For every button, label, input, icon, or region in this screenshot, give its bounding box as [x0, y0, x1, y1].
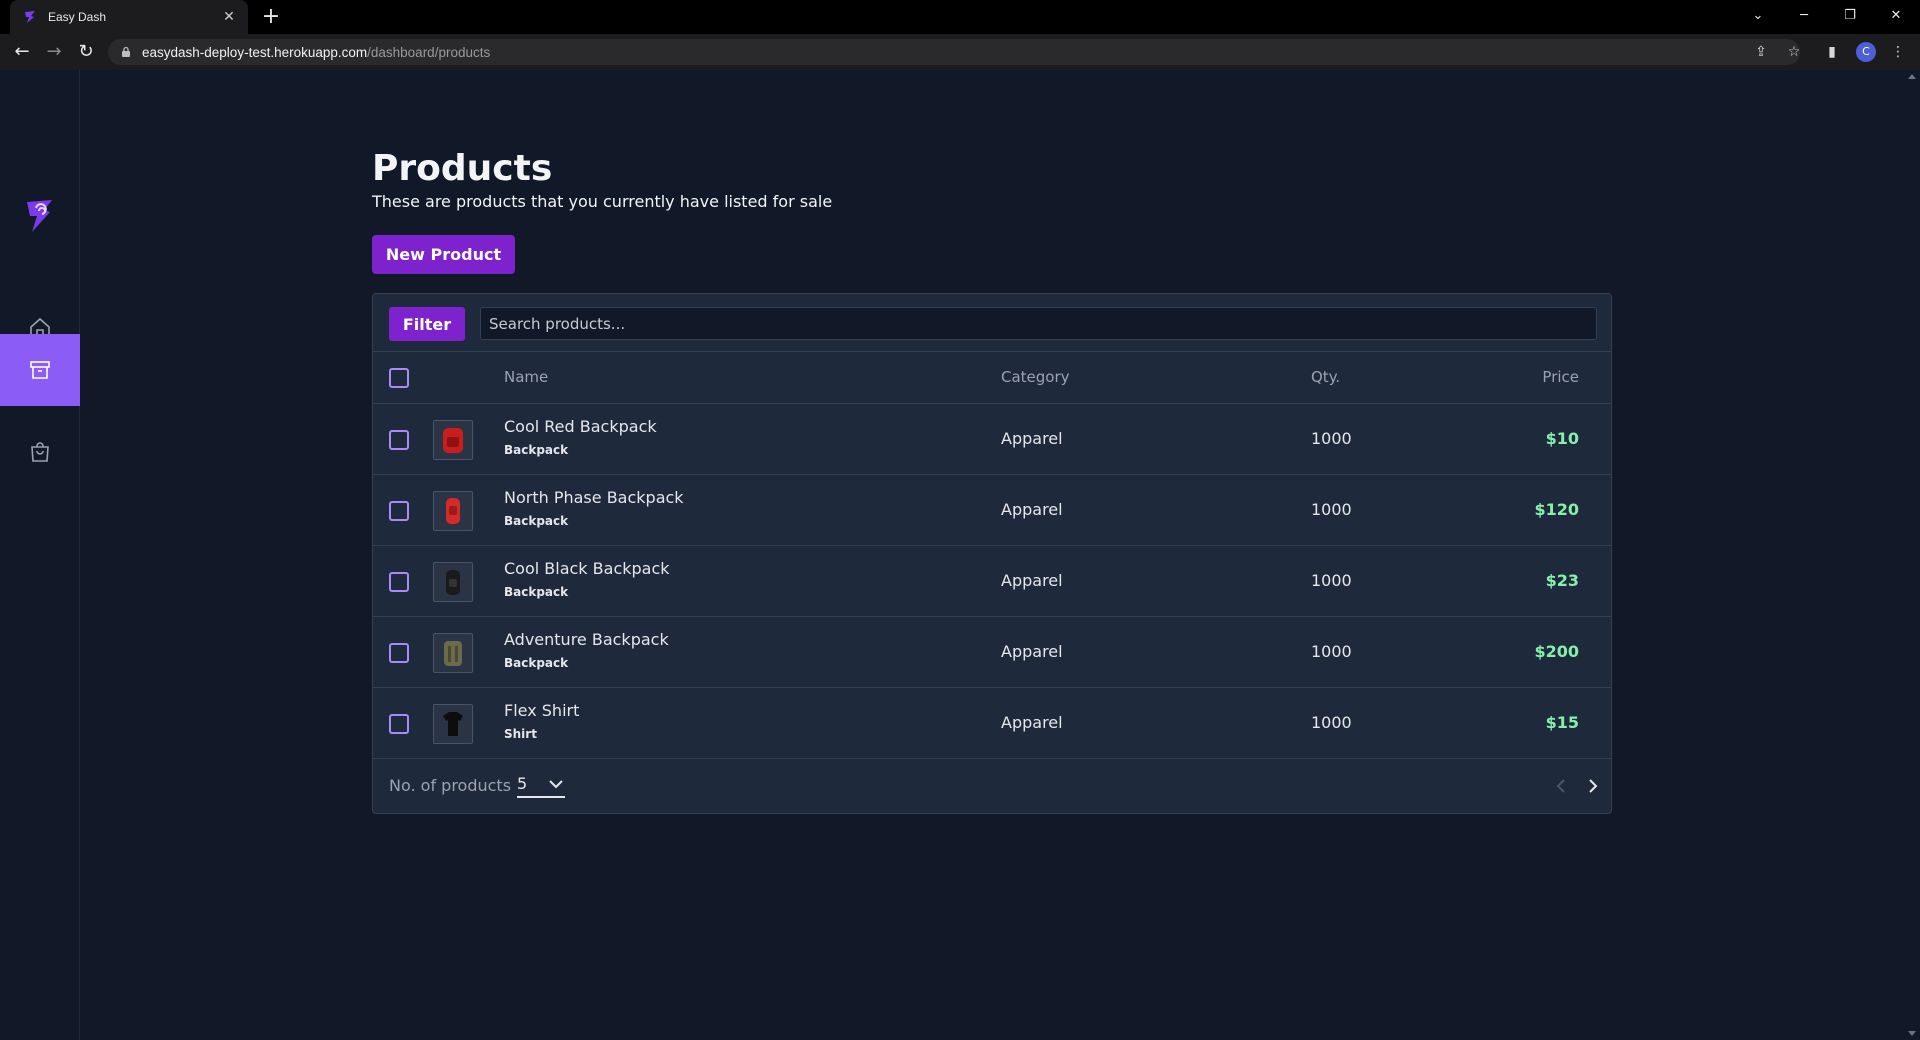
header-price[interactable]: Price: [1542, 368, 1579, 386]
url-host: easydash-deploy-test.herokuapp.com: [142, 44, 368, 60]
row-checkbox[interactable]: [389, 501, 409, 521]
product-name[interactable]: North Phase Backpack: [504, 488, 684, 507]
scroll-up-icon[interactable]: [1908, 74, 1916, 79]
product-category: Apparel: [1001, 713, 1063, 732]
product-price: $120: [1534, 500, 1579, 519]
new-product-button[interactable]: New Product: [372, 235, 515, 274]
minimize-icon[interactable]: ─: [1781, 0, 1827, 30]
select-all-checkbox[interactable]: [389, 368, 409, 388]
product-category: Apparel: [1001, 500, 1063, 519]
page-size-label: No. of products: [389, 776, 512, 795]
product-price: $23: [1545, 571, 1579, 590]
lock-icon: [122, 46, 130, 57]
product-category: Apparel: [1001, 571, 1063, 590]
back-icon[interactable]: ←: [10, 41, 34, 63]
page-size-value: 5: [517, 774, 528, 793]
table-row[interactable]: Adventure Backpack Backpack Apparel 1000…: [373, 617, 1611, 688]
search-input[interactable]: [480, 307, 1597, 340]
url-path: /dashboard/products: [367, 44, 491, 60]
easy-dash-favicon-icon: [25, 11, 35, 23]
header-qty[interactable]: Qty.: [1311, 368, 1340, 386]
forward-icon[interactable]: →: [42, 41, 66, 63]
product-qty: 1000: [1311, 571, 1352, 590]
header-category[interactable]: Category: [1001, 368, 1070, 386]
product-type: Backpack: [504, 514, 569, 528]
new-tab-icon[interactable]: +: [258, 4, 284, 30]
sidebar: [0, 70, 80, 1040]
scroll-down-icon[interactable]: [1908, 1031, 1916, 1036]
products-table-card: Filter Name Category Qty. Price Cool Red…: [372, 293, 1612, 814]
side-panel-icon[interactable]: ▮: [1822, 42, 1842, 62]
product-category: Apparel: [1001, 642, 1063, 661]
product-name[interactable]: Adventure Backpack: [504, 630, 669, 649]
product-thumbnail: [433, 420, 473, 460]
product-name[interactable]: Cool Red Backpack: [504, 417, 657, 436]
browser-toolbar: ← → ↻ easydash-deploy-test.herokuapp.com…: [0, 34, 1920, 70]
row-checkbox[interactable]: [389, 572, 409, 592]
chevron-down-icon: [549, 780, 563, 789]
product-price: $10: [1545, 429, 1579, 448]
row-checkbox[interactable]: [389, 714, 409, 734]
window-close-icon[interactable]: ✕: [1873, 0, 1919, 30]
filter-button[interactable]: Filter: [389, 307, 465, 341]
easy-dash-logo[interactable]: [22, 198, 56, 234]
browser-tabbar: Easy Dash ✕ + ⌄ ─ ❐ ✕: [0, 0, 1920, 34]
browser-tab[interactable]: Easy Dash ✕: [10, 0, 248, 34]
restore-icon[interactable]: ❐: [1827, 0, 1873, 30]
page-size-select[interactable]: 5: [517, 774, 565, 798]
table-row[interactable]: Cool Red Backpack Backpack Apparel 1000 …: [373, 404, 1611, 475]
shopping-bag-icon: [31, 442, 49, 462]
product-thumbnail: [433, 562, 473, 602]
table-row[interactable]: North Phase Backpack Backpack Apparel 10…: [373, 475, 1611, 546]
sidebar-item-products[interactable]: [0, 334, 80, 406]
browser-menu-icon[interactable]: ⋮: [1888, 42, 1908, 62]
header-name[interactable]: Name: [504, 368, 548, 386]
product-name[interactable]: Flex Shirt: [504, 701, 579, 720]
product-price: $200: [1534, 642, 1579, 661]
table-toolbar: Filter: [373, 294, 1611, 352]
product-qty: 1000: [1311, 429, 1352, 448]
tab-search-icon[interactable]: ⌄: [1735, 0, 1781, 30]
product-name[interactable]: Cool Black Backpack: [504, 559, 670, 578]
address-bar[interactable]: easydash-deploy-test.herokuapp.com/dashb…: [108, 39, 1800, 65]
product-type: Shirt: [504, 727, 537, 741]
reload-icon[interactable]: ↻: [74, 41, 98, 63]
profile-avatar[interactable]: C: [1856, 42, 1876, 62]
next-page-button[interactable]: [1580, 773, 1606, 799]
page-scrollbar[interactable]: [1904, 70, 1920, 1040]
share-icon[interactable]: ⇪: [1751, 42, 1771, 62]
table-footer: No. of products 5: [373, 759, 1611, 813]
page-subtitle: These are products that you currently ha…: [372, 192, 833, 211]
row-checkbox[interactable]: [389, 643, 409, 663]
row-checkbox[interactable]: [389, 430, 409, 450]
table-header: Name Category Qty. Price: [373, 352, 1611, 404]
sidebar-item-orders[interactable]: [0, 416, 80, 488]
product-type: Backpack: [504, 656, 569, 670]
product-thumbnail: [433, 633, 473, 673]
product-thumbnail: [433, 491, 473, 531]
product-type: Backpack: [504, 585, 569, 599]
chevron-right-icon: [1589, 779, 1598, 793]
product-category: Apparel: [1001, 429, 1063, 448]
tab-title: Easy Dash: [48, 10, 107, 24]
product-qty: 1000: [1311, 500, 1352, 519]
previous-page-button[interactable]: [1548, 773, 1574, 799]
close-tab-icon[interactable]: ✕: [220, 9, 238, 25]
chevron-left-icon: [1556, 779, 1565, 793]
product-price: $15: [1545, 713, 1579, 732]
table-row[interactable]: Flex Shirt Shirt Apparel 1000 $15: [373, 688, 1611, 759]
table-row[interactable]: Cool Black Backpack Backpack Apparel 100…: [373, 546, 1611, 617]
page-title: Products: [372, 148, 553, 189]
archive-box-icon: [30, 361, 50, 379]
product-qty: 1000: [1311, 713, 1352, 732]
product-type: Backpack: [504, 443, 569, 457]
product-qty: 1000: [1311, 642, 1352, 661]
product-thumbnail: [433, 704, 473, 744]
bookmark-star-icon[interactable]: ☆: [1784, 42, 1804, 62]
